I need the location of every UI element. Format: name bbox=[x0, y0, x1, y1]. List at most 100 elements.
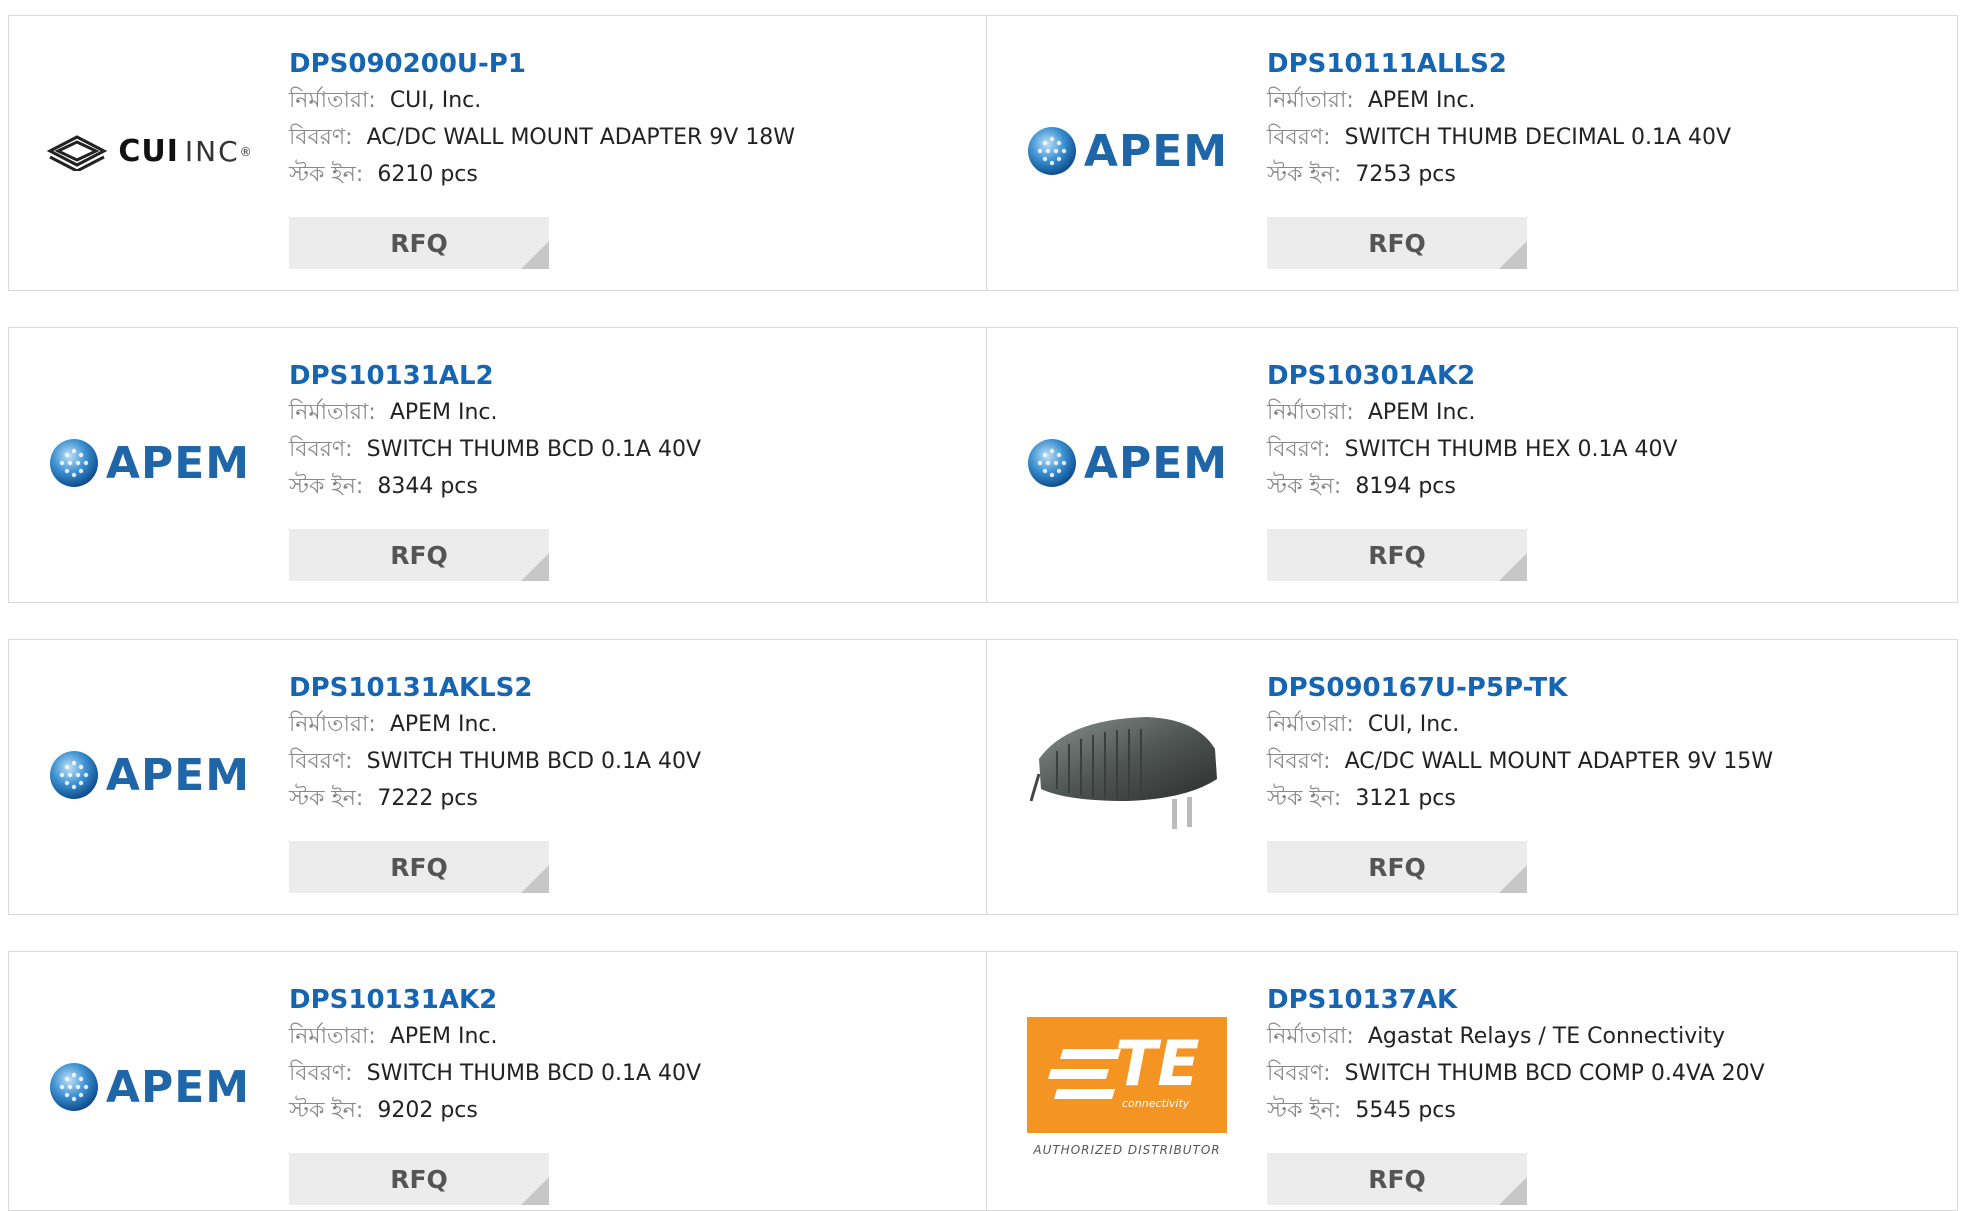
part-number-link[interactable]: DPS090200U-P1 bbox=[289, 46, 977, 82]
product-info: DPS10131AK2 নির্মাতারা: APEM Inc. বিবরণ: S… bbox=[289, 982, 977, 1129]
description-value: SWITCH THUMB HEX 0.1A 40V bbox=[1344, 437, 1678, 462]
cui-logo-inc: INC bbox=[184, 134, 240, 168]
description-row: বিবরণ: SWITCH THUMB HEX 0.1A 40V bbox=[1267, 431, 1947, 468]
description-value: SWITCH THUMB BCD 0.1A 40V bbox=[366, 749, 702, 774]
description-label: বিবরণ: bbox=[289, 749, 353, 774]
description-value: SWITCH THUMB DECIMAL 0.1A 40V bbox=[1344, 125, 1732, 150]
description-label: বিবরণ: bbox=[1267, 1061, 1331, 1086]
description-row: বিবরণ: SWITCH THUMB BCD 0.1A 40V bbox=[289, 1055, 977, 1092]
description-row: বিবরণ: SWITCH THUMB BCD 0.1A 40V bbox=[289, 743, 977, 780]
manufacturer-logo bbox=[1027, 694, 1227, 844]
stock-value: 7222 pcs bbox=[377, 786, 478, 811]
product-grid: CUI INC ® DPS090200U-P1 নির্মাতারা: CUI, … bbox=[0, 0, 1966, 1211]
manufacturer-label: নির্মাতারা: bbox=[289, 1024, 376, 1049]
part-number-link[interactable]: DPS10301AK2 bbox=[1267, 358, 1947, 394]
stock-row: স্টক ইন: 7222 pcs bbox=[289, 780, 977, 817]
te-logo-box: TE connectivity bbox=[1027, 1017, 1227, 1133]
description-value: SWITCH THUMB BCD COMP 0.4VA 20V bbox=[1344, 1061, 1765, 1086]
product-card: APEM DPS10131AKLS2 নির্মাতারা: APEM Inc. … bbox=[8, 639, 988, 915]
product-card: APEM DPS10301AK2 নির্মাতারা: APEM Inc. বি… bbox=[986, 327, 1958, 603]
stock-row: স্টক ইন: 3121 pcs bbox=[1267, 780, 1947, 817]
te-authorized-label: AUTHORIZED DISTRIBUTOR bbox=[1033, 1143, 1221, 1157]
apem-logo-text: APEM bbox=[1083, 437, 1229, 489]
product-info: DPS10301AK2 নির্মাতারা: APEM Inc. বিবরণ: S… bbox=[1267, 358, 1947, 505]
manufacturer-logo: APEM bbox=[1027, 388, 1227, 538]
apem-logo: APEM bbox=[48, 749, 250, 801]
part-number-link[interactable]: DPS10131AL2 bbox=[289, 358, 977, 394]
manufacturer-logo: APEM bbox=[49, 388, 249, 538]
apem-globe-icon bbox=[49, 751, 98, 799]
manufacturer-label: নির্মাতারা: bbox=[1267, 1024, 1354, 1049]
stock-label: স্টক ইন: bbox=[1267, 1098, 1342, 1123]
description-label: বিবরণ: bbox=[1267, 749, 1331, 774]
part-number-link[interactable]: DPS10137AK bbox=[1267, 982, 1947, 1018]
apem-logo-text: APEM bbox=[105, 749, 251, 801]
te-logo-text: TE bbox=[1115, 1027, 1200, 1100]
apem-logo: APEM bbox=[1026, 125, 1228, 177]
manufacturer-value: APEM Inc. bbox=[389, 400, 498, 425]
stock-label: স্টক ইন: bbox=[289, 786, 364, 811]
description-row: বিবরণ: SWITCH THUMB BCD 0.1A 40V bbox=[289, 431, 977, 468]
cui-mark-icon bbox=[47, 135, 108, 171]
product-info: DPS10131AL2 নির্মাতারা: APEM Inc. বিবরণ: S… bbox=[289, 358, 977, 505]
rfq-button[interactable]: RFQ bbox=[289, 217, 549, 269]
stock-row: স্টক ইন: 9202 pcs bbox=[289, 1092, 977, 1129]
manufacturer-label: নির্মাতারা: bbox=[1267, 400, 1354, 425]
manufacturer-value: APEM Inc. bbox=[389, 1024, 498, 1049]
rfq-button[interactable]: RFQ bbox=[289, 1153, 549, 1205]
manufacturer-row: নির্মাতারা: CUI, Inc. bbox=[1267, 706, 1947, 743]
rfq-button[interactable]: RFQ bbox=[1267, 841, 1527, 893]
rfq-button[interactable]: RFQ bbox=[1267, 217, 1527, 269]
apem-globe-icon bbox=[49, 1063, 98, 1111]
apem-logo: APEM bbox=[48, 1061, 250, 1113]
description-label: বিবরণ: bbox=[289, 437, 353, 462]
apem-logo: APEM bbox=[48, 437, 250, 489]
te-logo: TE connectivity AUTHORIZED DISTRIBUTOR bbox=[1027, 1017, 1227, 1157]
part-number-link[interactable]: DPS090167U-P5P-TK bbox=[1267, 670, 1947, 706]
stock-value: 8344 pcs bbox=[377, 474, 478, 499]
stock-label: স্টক ইন: bbox=[1267, 474, 1342, 499]
manufacturer-row: নির্মাতারা: Agastat Relays / TE Connectiv… bbox=[1267, 1018, 1947, 1055]
part-number-link[interactable]: DPS10131AKLS2 bbox=[289, 670, 977, 706]
rfq-button[interactable]: RFQ bbox=[1267, 529, 1527, 581]
description-value: SWITCH THUMB BCD 0.1A 40V bbox=[366, 1061, 702, 1086]
stock-label: স্টক ইন: bbox=[1267, 162, 1342, 187]
manufacturer-row: নির্মাতারা: APEM Inc. bbox=[1267, 82, 1947, 119]
apem-globe-icon bbox=[1027, 127, 1076, 175]
manufacturer-row: নির্মাতারা: APEM Inc. bbox=[289, 1018, 977, 1055]
apem-globe-icon bbox=[49, 439, 98, 487]
part-number-link[interactable]: DPS10131AK2 bbox=[289, 982, 977, 1018]
description-value: SWITCH THUMB BCD 0.1A 40V bbox=[366, 437, 702, 462]
product-info: DPS090200U-P1 নির্মাতারা: CUI, Inc. বিবরণ… bbox=[289, 46, 977, 193]
stock-value: 9202 pcs bbox=[377, 1098, 478, 1123]
rfq-button[interactable]: RFQ bbox=[289, 529, 549, 581]
product-info: DPS10131AKLS2 নির্মাতারা: APEM Inc. বিবরণ… bbox=[289, 670, 977, 817]
manufacturer-logo: CUI INC ® bbox=[47, 76, 252, 226]
product-card: APEM DPS10111ALLS2 নির্মাতারা: APEM Inc. … bbox=[986, 15, 1958, 291]
manufacturer-label: নির্মাতারা: bbox=[289, 712, 376, 737]
product-info: DPS10111ALLS2 নির্মাতারা: APEM Inc. বিবরণ… bbox=[1267, 46, 1947, 193]
cui-registered-mark: ® bbox=[239, 145, 252, 159]
manufacturer-row: নির্মাতারা: CUI, Inc. bbox=[289, 82, 977, 119]
stock-value: 3121 pcs bbox=[1355, 786, 1456, 811]
manufacturer-row: নির্মাতারা: APEM Inc. bbox=[289, 394, 977, 431]
part-number-link[interactable]: DPS10111ALLS2 bbox=[1267, 46, 1947, 82]
stock-value: 5545 pcs bbox=[1355, 1098, 1456, 1123]
product-info: DPS10137AK নির্মাতারা: Agastat Relays / T… bbox=[1267, 982, 1947, 1129]
product-card: DPS090167U-P5P-TK নির্মাতারা: CUI, Inc. ব… bbox=[986, 639, 1958, 915]
cui-logo-text: CUI bbox=[118, 133, 179, 169]
manufacturer-row: নির্মাতারা: APEM Inc. bbox=[289, 706, 977, 743]
manufacturer-label: নির্মাতারা: bbox=[289, 400, 376, 425]
description-row: বিবরণ: SWITCH THUMB BCD COMP 0.4VA 20V bbox=[1267, 1055, 1947, 1092]
te-logo-sub: connectivity bbox=[1122, 1097, 1190, 1110]
rfq-button[interactable]: RFQ bbox=[1267, 1153, 1527, 1205]
rfq-button[interactable]: RFQ bbox=[289, 841, 549, 893]
stock-row: স্টক ইন: 8344 pcs bbox=[289, 468, 977, 505]
manufacturer-logo: APEM bbox=[1027, 76, 1227, 226]
description-label: বিবরণ: bbox=[1267, 437, 1331, 462]
te-stripes-icon bbox=[1048, 1049, 1121, 1099]
apem-logo-text: APEM bbox=[1083, 125, 1229, 177]
stock-row: স্টক ইন: 6210 pcs bbox=[289, 156, 977, 193]
description-value: AC/DC WALL MOUNT ADAPTER 9V 15W bbox=[1344, 749, 1774, 774]
description-row: বিবরণ: AC/DC WALL MOUNT ADAPTER 9V 18W bbox=[289, 119, 977, 156]
